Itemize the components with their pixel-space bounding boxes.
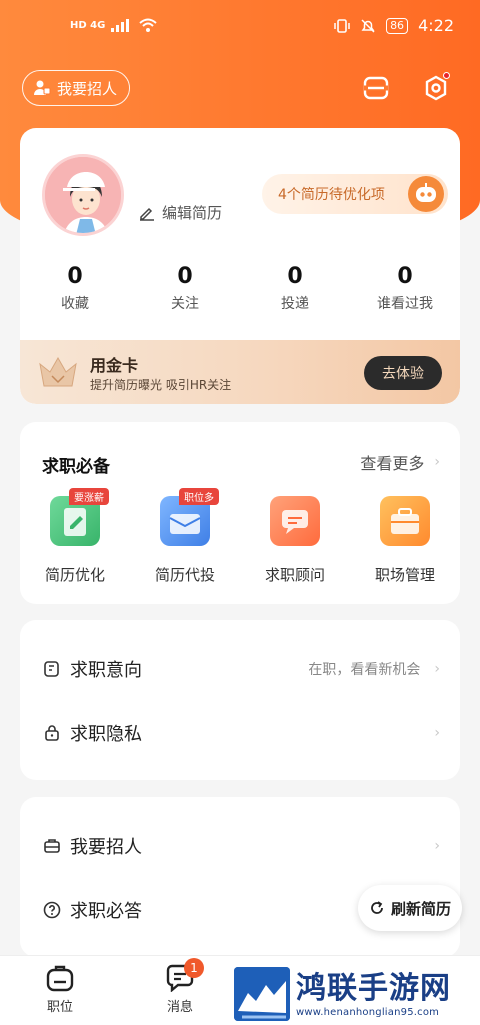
tool-badge: 要涨薪 <box>69 488 109 505</box>
tool-label: 求职顾问 <box>264 566 325 584</box>
tool-resume-optimize[interactable]: 要涨薪 简历优化 <box>20 488 130 585</box>
mute-bell-icon <box>361 18 375 33</box>
row-title: 求职意向 <box>70 660 142 681</box>
stat-label: 收藏 <box>61 296 89 312</box>
gold-card-title: 用金卡 <box>90 356 139 375</box>
briefcase-icon <box>380 496 430 546</box>
stat-following[interactable]: 0 关注 <box>130 264 240 324</box>
watermark-url: www.henanhonglian95.com <box>296 1006 440 1018</box>
tab-label: 消息 <box>166 1000 193 1015</box>
network-label: HD 4G <box>70 19 106 31</box>
top-bar: 我要招人 <box>0 68 480 108</box>
battery-indicator: 86 <box>386 17 409 34</box>
wifi-icon <box>139 18 157 32</box>
stat-value: 0 <box>287 264 303 289</box>
tool-label: 简历代投 <box>154 566 215 584</box>
pencil-icon <box>140 207 154 221</box>
row-job-intention[interactable]: 求职意向 在职，看看新机会 › <box>20 644 460 694</box>
section-title: 求职必备 <box>42 457 110 477</box>
stat-viewers[interactable]: 0 谁看过我 <box>350 264 460 324</box>
status-bar: HD 4G 86 4:22 <box>0 14 480 42</box>
stats-row: 0 收藏 0 关注 0 投递 0 谁看过我 <box>20 264 460 324</box>
tool-career-management[interactable]: 职场管理 <box>350 496 460 585</box>
recruiter-icon <box>34 80 51 95</box>
settings-list-1: 求职意向 在职，看看新机会 › 求职隐私 › <box>20 620 460 780</box>
robot-assistant-icon <box>408 176 444 212</box>
question-icon <box>42 900 62 920</box>
battery-level: 86 <box>390 19 405 32</box>
tool-badge: 职位多 <box>179 488 219 505</box>
resume-edit-icon: 要涨薪 <box>50 488 109 546</box>
stat-label: 关注 <box>171 296 199 312</box>
optimize-label: 4个简历待优化项 <box>278 187 385 203</box>
avatar[interactable] <box>42 154 124 236</box>
optimize-items-button[interactable]: 4个简历待优化项 <box>262 174 448 214</box>
signal-icon <box>111 19 130 32</box>
gold-card-banner[interactable]: 用金卡 提升简历曝光 吸引HR关注 去体验 <box>20 340 460 404</box>
stat-favorites[interactable]: 0 收藏 <box>20 264 130 324</box>
tool-label: 职场管理 <box>374 566 435 584</box>
tab-label: 职位 <box>46 1000 73 1015</box>
row-title: 我要招人 <box>70 837 142 858</box>
settings-dot <box>443 72 450 79</box>
tools-row: 要涨薪 简历优化 职位多 简历代投 求职顾问 职场管理 <box>20 488 460 585</box>
watermark-title: 鸿联手游网 <box>296 970 451 1006</box>
tool-label: 简历优化 <box>44 566 105 584</box>
unread-badge: 1 <box>184 958 204 978</box>
watermark-logo <box>234 967 290 1021</box>
stat-label: 谁看过我 <box>377 296 433 312</box>
job-essentials-card: 求职必备 查看更多 › 要涨薪 简历优化 职位多 简历代投 求职顾问 职场管理 <box>20 422 460 604</box>
row-title: 求职隐私 <box>70 724 142 745</box>
stat-applications[interactable]: 0 投递 <box>240 264 350 324</box>
crown-icon <box>39 356 77 387</box>
refresh-icon <box>371 901 383 914</box>
watermark: 鸿联手游网 www.henanhonglian95.com <box>232 963 480 1025</box>
settings-button[interactable] <box>420 72 452 104</box>
settings-list-2: 我要招人 › 求职必答 <box>20 797 460 957</box>
chevron-right-icon: › <box>434 661 440 677</box>
stat-value: 0 <box>177 264 193 289</box>
resume-delivery-icon: 职位多 <box>160 488 219 546</box>
see-more-link[interactable]: 查看更多 › <box>360 450 440 474</box>
row-recruit[interactable]: 我要招人 › <box>20 821 460 871</box>
recruit-button[interactable]: 我要招人 <box>22 70 131 106</box>
consultant-chat-icon <box>270 496 320 546</box>
row-job-privacy[interactable]: 求职隐私 › <box>20 708 460 758</box>
scan-button[interactable] <box>360 72 392 104</box>
row-value: 在职，看看新机会 <box>308 662 421 678</box>
edit-resume-label: 编辑简历 <box>162 204 223 222</box>
try-gold-button[interactable]: 去体验 <box>364 356 442 390</box>
chevron-right-icon: › <box>434 454 440 470</box>
recruit-label: 我要招人 <box>57 79 118 98</box>
tab-jobs[interactable]: 职位 <box>30 964 90 1015</box>
tab-messages[interactable]: 1 消息 <box>150 958 210 1015</box>
row-title: 求职必答 <box>70 901 142 922</box>
tool-career-consultant[interactable]: 求职顾问 <box>240 496 350 585</box>
intention-icon <box>42 659 62 679</box>
stat-value: 0 <box>67 264 83 289</box>
avatar-illustration <box>45 157 121 233</box>
chevron-right-icon: › <box>434 725 440 741</box>
scan-icon <box>363 76 389 100</box>
tool-resume-delivery[interactable]: 职位多 简历代投 <box>130 488 240 585</box>
refresh-resume-button[interactable]: 刷新简历 <box>358 885 462 931</box>
lock-icon <box>42 723 62 743</box>
refresh-label: 刷新简历 <box>390 899 451 918</box>
gold-card-subtitle: 提升简历曝光 吸引HR关注 <box>90 378 232 392</box>
edit-resume-button[interactable]: 编辑简历 <box>138 202 222 223</box>
see-more-label: 查看更多 <box>360 454 425 473</box>
stat-label: 投递 <box>281 296 309 312</box>
chevron-right-icon: › <box>434 838 440 854</box>
recruit-case-icon <box>42 836 62 856</box>
vibrate-icon <box>334 18 350 33</box>
clock: 4:22 <box>418 16 454 35</box>
stat-value: 0 <box>397 264 413 289</box>
jobs-tab-icon <box>46 965 74 992</box>
profile-card: 编辑简历 4个简历待优化项 0 收藏 0 关注 0 投递 0 谁看过我 用金卡 … <box>20 128 460 404</box>
